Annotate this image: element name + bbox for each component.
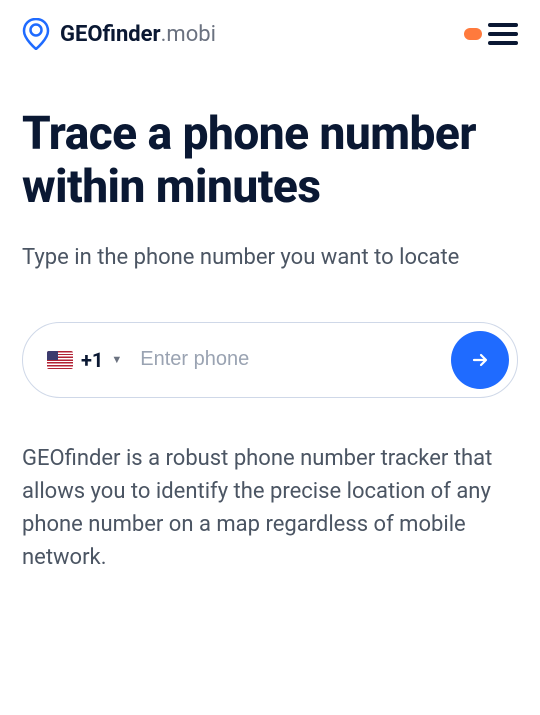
- page-subtitle: Type in the phone number you want to loc…: [22, 242, 518, 274]
- brand-prefix: GEOfinder: [60, 22, 161, 47]
- submit-button[interactable]: [451, 331, 509, 389]
- menu-area: [464, 23, 518, 45]
- logo[interactable]: GEOfinder.mobi: [22, 18, 216, 50]
- main-content: Trace a phone number within minutes Type…: [0, 68, 540, 574]
- page-title: Trace a phone number within minutes: [22, 108, 518, 214]
- country-code-selector[interactable]: +1 ▼: [47, 348, 136, 372]
- brand-name: GEOfinder.mobi: [60, 22, 216, 47]
- hamburger-menu-button[interactable]: [488, 23, 518, 45]
- description-text: GEOfinder is a robust phone number track…: [22, 442, 518, 574]
- arrow-right-icon: [470, 350, 490, 370]
- accent-icon: [464, 28, 482, 40]
- location-pin-icon: [22, 18, 50, 50]
- dial-code: +1: [81, 348, 103, 372]
- site-header: GEOfinder.mobi: [0, 0, 540, 68]
- us-flag-icon: [47, 351, 73, 369]
- brand-suffix: .mobi: [161, 22, 216, 47]
- phone-number-input[interactable]: [136, 340, 451, 379]
- phone-input-container: +1 ▼: [22, 322, 518, 398]
- chevron-down-icon: ▼: [111, 353, 122, 366]
